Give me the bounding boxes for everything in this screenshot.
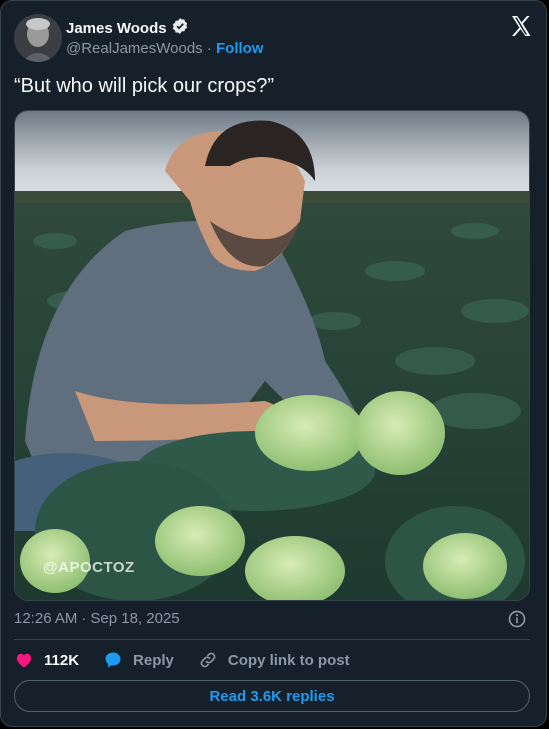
separator: · <box>206 40 212 57</box>
image-watermark: @APOCTOZ <box>43 559 135 576</box>
action-bar: 112K Reply Copy link to post <box>14 649 374 671</box>
tweet-time: 12:26 AM <box>14 610 78 627</box>
tweet-header: James Woods @RealJamesWoods · Follow <box>14 14 533 62</box>
tweet-image[interactable]: @APOCTOZ <box>14 110 530 601</box>
separator: · <box>81 610 87 627</box>
reply-button[interactable]: Reply <box>103 650 174 670</box>
divider <box>14 639 530 640</box>
copy-link-label: Copy link to post <box>227 651 350 669</box>
reply-label: Reply <box>133 651 174 669</box>
read-replies-button[interactable]: Read 3.6K replies <box>14 680 530 712</box>
x-logo-icon[interactable] <box>509 14 533 38</box>
tweet-timestamp[interactable]: 12:26 AM · Sep 18, 2025 <box>14 610 180 627</box>
tweet-text: “But who will pick our crops?” <box>14 75 275 97</box>
copy-link-button[interactable]: Copy link to post <box>198 650 350 670</box>
info-icon[interactable] <box>507 609 527 629</box>
link-icon <box>200 652 216 668</box>
tweet-date: Sep 18, 2025 <box>90 610 180 627</box>
like-button[interactable]: 112K <box>14 650 79 670</box>
handle-row: @RealJamesWoods · Follow <box>66 40 264 57</box>
heart-icon <box>16 653 32 668</box>
tweet-embed-card: James Woods @RealJamesWoods · Follow “Bu… <box>0 0 547 727</box>
author-name[interactable]: James Woods <box>66 20 167 37</box>
avatar[interactable] <box>14 14 62 62</box>
author-handle[interactable]: @RealJamesWoods <box>66 40 203 57</box>
speech-bubble-icon <box>105 652 121 668</box>
verified-badge-icon <box>171 17 189 40</box>
follow-button[interactable]: Follow <box>216 40 264 57</box>
like-count: 112K <box>44 651 80 669</box>
